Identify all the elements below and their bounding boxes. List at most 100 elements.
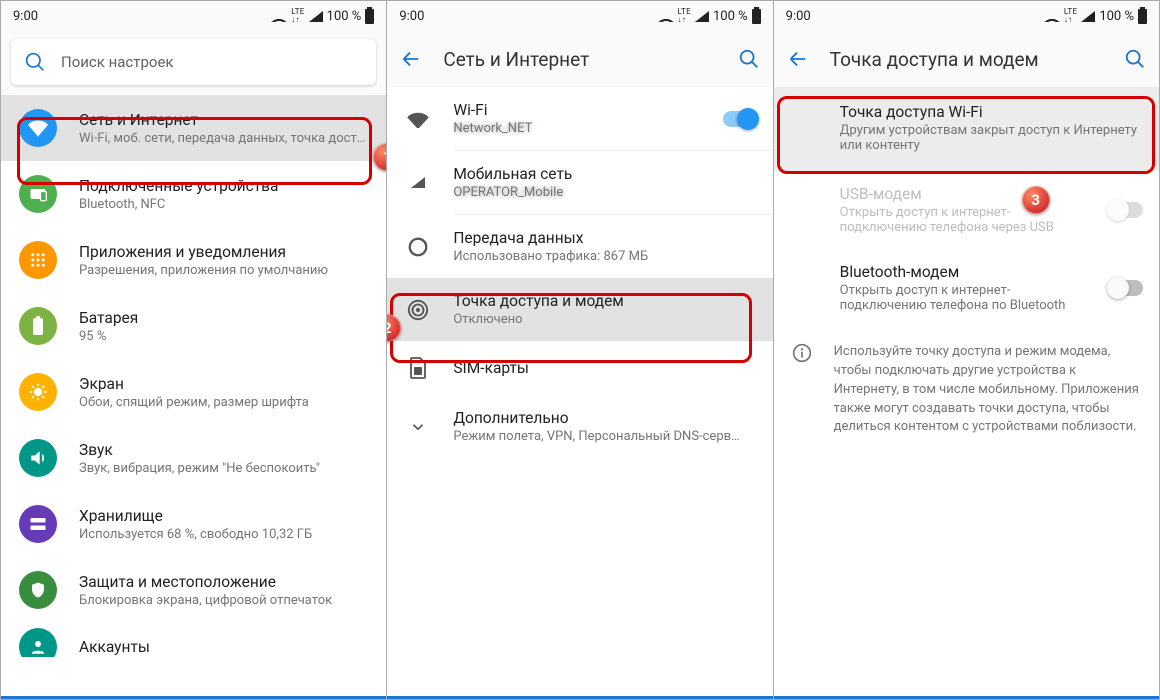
item-sub-redacted: Network_NET [453, 121, 700, 136]
item-title: Подключенные устройства [79, 177, 370, 195]
item-battery[interactable]: Батарея 95 % [1, 293, 386, 359]
item-apps-notifications[interactable]: Приложения и уведомления Разрешения, при… [1, 227, 386, 293]
item-storage[interactable]: Хранилище Используется 68 %, свободно 10… [1, 491, 386, 557]
item-sub: Bluetooth, NFC [79, 197, 370, 212]
network-icon [19, 109, 57, 147]
battery-cat-icon [19, 307, 57, 345]
sound-icon [19, 439, 57, 477]
signal-icon [1081, 11, 1095, 22]
item-sim-cards[interactable]: SIM-карты [387, 341, 772, 395]
wifi-toggle[interactable] [723, 111, 757, 127]
item-title: Wi-Fi [453, 101, 700, 119]
tethering-list: Точка доступа Wi-Fi Другим устройствам з… [774, 87, 1159, 696]
status-icons: LTE↓↑ 100 % [1044, 8, 1147, 24]
item-sub: Отключено [453, 312, 756, 327]
item-title: Аккаунты [79, 638, 370, 656]
status-bar: 9:00 LTE↓↑ 100 % [387, 1, 772, 31]
item-title: Хранилище [79, 507, 370, 525]
wifi-status-icon [271, 10, 287, 22]
item-title: USB-модем [840, 185, 1087, 203]
item-sub: Звук, вибрация, режим "Не беспокоить" [79, 461, 370, 476]
item-sub: Другим устройствам закрыт доступ к Интер… [840, 123, 1143, 153]
signal-icon [695, 11, 709, 22]
info-block: Используйте точку доступа и режим модема… [774, 327, 1159, 453]
item-title: Батарея [79, 309, 370, 327]
item-security-location[interactable]: Защита и местоположение Блокировка экран… [1, 557, 386, 623]
item-title: Экран [79, 375, 370, 393]
info-text: Используйте точку доступа и режим модема… [834, 343, 1139, 437]
battery-icon [752, 9, 761, 24]
item-display[interactable]: Экран Обои, спящий режим, размер шрифта [1, 359, 386, 425]
item-sub: Wi-Fi, моб. сети, передача данных, точка… [79, 131, 370, 146]
signal-icon [405, 170, 431, 196]
chevron-down-icon [405, 414, 431, 440]
network-list: Wi-Fi Network_NET Мобильная сеть OPERATO… [387, 87, 772, 696]
bottom-separator [1, 696, 386, 699]
item-title: SIM-карты [453, 359, 756, 377]
item-wifi[interactable]: Wi-Fi Network_NET [387, 87, 772, 150]
battery-percent: 100 % [327, 9, 362, 24]
search-icon [25, 52, 45, 72]
status-icons: LTE↓↑ 100 % [658, 8, 761, 24]
battery-percent: 100 % [1099, 9, 1134, 24]
item-sub: Блокировка экрана, цифровой отпечаток [79, 593, 370, 608]
wifi-status-icon [658, 10, 674, 22]
item-sub: Режим полета, VPN, Персональный DNS-серв… [453, 429, 756, 444]
back-button[interactable] [399, 47, 423, 71]
sim-icon [405, 355, 431, 381]
app-bar: Точка доступа и модем [774, 31, 1159, 87]
item-data-usage[interactable]: Передача данных Использовано трафика: 86… [387, 215, 772, 278]
search-button[interactable] [1123, 47, 1147, 71]
item-title: Точка доступа Wi-Fi [840, 103, 1143, 121]
item-title: Передача данных [453, 229, 756, 247]
item-accounts[interactable]: Аккаунты [1, 623, 386, 657]
page-title: Сеть и Интернет [443, 48, 716, 71]
back-button[interactable] [786, 47, 810, 71]
hotspot-icon [405, 297, 431, 323]
wifi-status-icon [1044, 10, 1060, 22]
item-sub: Открыть доступ к интернет-подключению те… [840, 283, 1087, 313]
item-title: Bluetooth-модем [840, 263, 1087, 281]
item-sub: Разрешения, приложения по умолчанию [79, 263, 370, 278]
item-sound[interactable]: Звук Звук, вибрация, режим "Не беспокоит… [1, 425, 386, 491]
screenshot-network-internet: 9:00 LTE↓↑ 100 % Сеть и Интернет Wi-Fi N… [387, 0, 773, 700]
status-bar: 9:00 LTE↓↑ 100 % [774, 1, 1159, 31]
item-advanced[interactable]: Дополнительно Режим полета, VPN, Персона… [387, 395, 772, 458]
status-time: 9:00 [786, 9, 811, 24]
item-network-internet[interactable]: Сеть и Интернет Wi-Fi, моб. сети, переда… [1, 95, 386, 161]
lte-label: LTE↓↑ [1064, 8, 1077, 24]
item-sub: Обои, спящий режим, размер шрифта [79, 395, 370, 410]
bottom-separator [387, 696, 772, 699]
search-placeholder: Поиск настроек [61, 53, 174, 71]
item-mobile-network[interactable]: Мобильная сеть OPERATOR_Mobile [387, 151, 772, 214]
item-usb-tethering: USB-модем Открыть доступ к интернет-подк… [774, 171, 1159, 249]
accounts-icon [19, 628, 57, 657]
item-title: Сеть и Интернет [79, 111, 370, 129]
devices-icon [19, 175, 57, 213]
usb-toggle [1109, 202, 1143, 218]
lte-label: LTE↓↑ [678, 8, 691, 24]
item-hotspot-tethering[interactable]: Точка доступа и модем Отключено [387, 278, 772, 341]
settings-list: Сеть и Интернет Wi-Fi, моб. сети, переда… [1, 95, 386, 696]
search-settings[interactable]: Поиск настроек [11, 39, 376, 85]
app-bar: Сеть и Интернет [387, 31, 772, 87]
item-bluetooth-tethering[interactable]: Bluetooth-модем Открыть доступ к интерне… [774, 249, 1159, 327]
item-sub: Использовано трафика: 867 МБ [453, 249, 756, 264]
status-icons: LTE↓↑ 100 % [271, 8, 374, 24]
signal-icon [309, 11, 323, 22]
item-sub: Используется 68 %, свободно 10,32 ГБ [79, 527, 370, 542]
item-title: Приложения и уведомления [79, 243, 370, 261]
item-wifi-hotspot[interactable]: Точка доступа Wi-Fi Другим устройствам з… [774, 87, 1159, 171]
battery-percent: 100 % [713, 9, 748, 24]
item-title: Защита и местоположение [79, 573, 370, 591]
item-title: Мобильная сеть [453, 165, 756, 183]
item-sub: Открыть доступ к интернет-подключению те… [840, 205, 1087, 235]
data-usage-icon [405, 234, 431, 260]
page-title: Точка доступа и модем [830, 48, 1103, 71]
battery-icon [365, 9, 374, 24]
status-bar: 9:00 LTE↓↑ 100 % [1, 1, 386, 31]
item-connected-devices[interactable]: Подключенные устройства Bluetooth, NFC [1, 161, 386, 227]
bluetooth-toggle[interactable] [1109, 280, 1143, 296]
screenshot-settings-main: 9:00 LTE↓↑ 100 % Поиск настроек Сеть и И… [0, 0, 387, 700]
search-button[interactable] [737, 47, 761, 71]
